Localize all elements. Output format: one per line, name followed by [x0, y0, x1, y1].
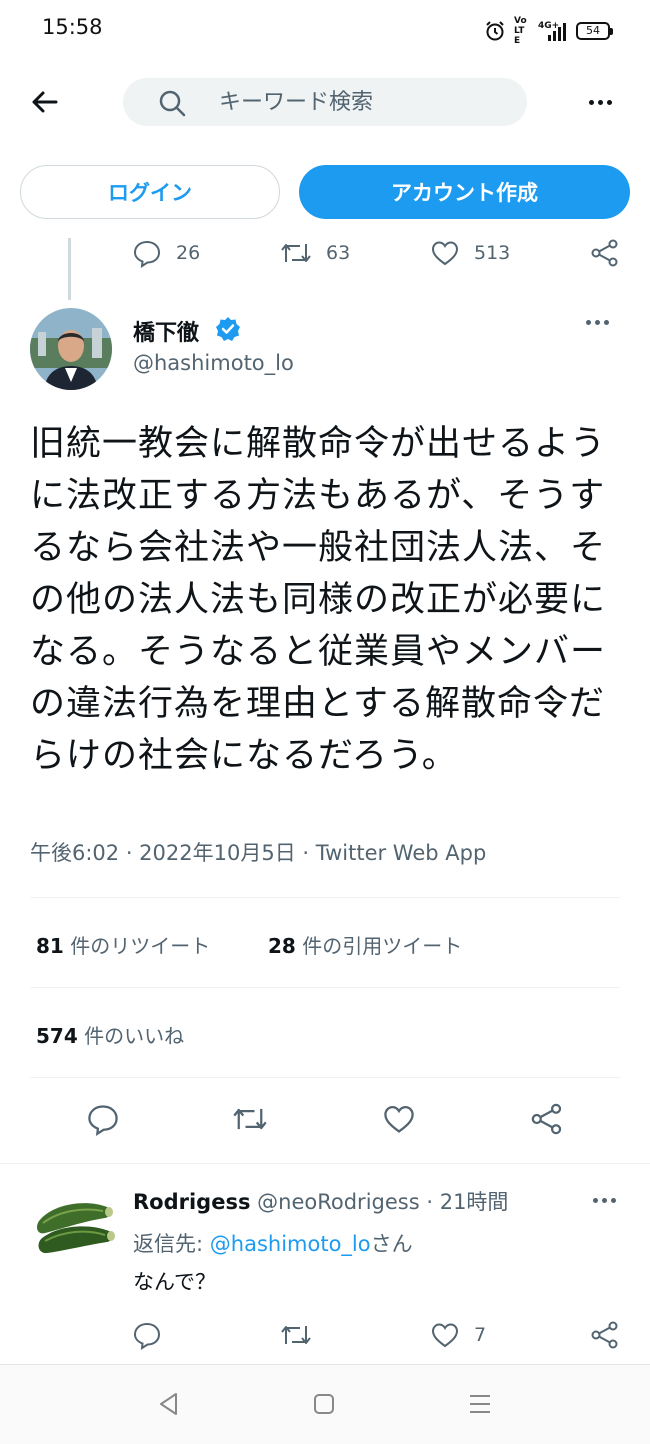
- login-button[interactable]: ログイン: [20, 165, 280, 219]
- search-input[interactable]: [219, 88, 509, 116]
- reply-separator: ·: [419, 1190, 440, 1214]
- retweet-icon: [281, 244, 311, 262]
- tweet-timestamp[interactable]: 午後6:02 · 2022年10月5日 · Twitter Web App: [30, 837, 486, 867]
- zucchini-avatar-image: [37, 1203, 115, 1254]
- tweet-more-button[interactable]: [586, 320, 609, 325]
- nav-home-icon: [314, 1394, 334, 1414]
- reply-author-avatar[interactable]: [33, 1185, 115, 1267]
- search-icon: [159, 90, 186, 117]
- reply-text: なんで？: [133, 1270, 216, 1294]
- status-time: 15:58: [42, 15, 103, 39]
- like-stats-link[interactable]: 574 件のいいね: [36, 1020, 184, 1049]
- back-arrow-icon: [32, 91, 58, 113]
- replying-to-mention[interactable]: @hashimoto_lo: [210, 1232, 371, 1256]
- signup-button[interactable]: アカウント作成: [299, 165, 630, 219]
- share-icon: [531, 1103, 562, 1135]
- retweet-stat-label: 件のリツイート: [63, 934, 211, 958]
- main-share-button[interactable]: [530, 1102, 564, 1136]
- status-icons: Vo LTE 4G+ 54: [484, 16, 613, 46]
- battery-icon: 54: [576, 22, 613, 40]
- more-options-button[interactable]: [580, 82, 620, 122]
- share-button[interactable]: [590, 238, 620, 268]
- reply-icon: [133, 1322, 161, 1350]
- quote-stats-link[interactable]: 28 件の引用ツイート: [268, 930, 462, 959]
- reply-time[interactable]: 21時間: [440, 1190, 509, 1214]
- main-reply-button[interactable]: [86, 1102, 120, 1136]
- reply-author-name[interactable]: Rodrigess: [133, 1190, 250, 1214]
- like-icon: [431, 1323, 459, 1348]
- back-button[interactable]: [26, 82, 66, 122]
- retweet-icon: [233, 1108, 267, 1130]
- system-nav-bar: [0, 1364, 650, 1444]
- reply-count: 26: [176, 242, 201, 264]
- reply-like-button[interactable]: 7: [430, 1320, 486, 1350]
- quote-stat-count: 28: [268, 934, 296, 958]
- tweet-text: 旧統一教会に解散命令が出せるように法改正する方法もあるが、そうするなら会社法や一…: [30, 424, 607, 776]
- share-icon: [591, 1321, 618, 1349]
- reply-more-button[interactable]: [593, 1198, 616, 1203]
- divider: [30, 897, 620, 898]
- nav-home-button[interactable]: [312, 1392, 336, 1416]
- replying-to-suffix: さん: [370, 1232, 413, 1256]
- nav-back-button[interactable]: [156, 1391, 182, 1417]
- author-handle[interactable]: @hashimoto_lo: [133, 351, 294, 375]
- search-bar[interactable]: [123, 78, 527, 126]
- retweet-button[interactable]: 63: [280, 238, 350, 268]
- like-stat-label: 件のいいね: [77, 1024, 185, 1048]
- retweet-stats-link[interactable]: 81 件のリツイート: [36, 930, 210, 959]
- divider: [30, 987, 620, 988]
- like-icon: [384, 1105, 414, 1133]
- more-icon: [588, 99, 612, 105]
- nav-back-icon: [160, 1393, 177, 1415]
- like-count: 513: [474, 242, 511, 264]
- reply-retweet-button[interactable]: [280, 1320, 312, 1350]
- nav-recents-icon: [470, 1395, 490, 1413]
- reply-like-count: 7: [474, 1324, 487, 1346]
- thread-connector-line: [68, 238, 71, 300]
- divider: [30, 1077, 620, 1078]
- retweet-stat-count: 81: [36, 934, 64, 958]
- replying-to-prefix: 返信先:: [133, 1232, 210, 1256]
- divider: [0, 1163, 650, 1164]
- reply-share-button[interactable]: [590, 1320, 620, 1350]
- more-icon: [593, 1198, 616, 1203]
- nav-recents-button[interactable]: [468, 1392, 492, 1416]
- main-retweet-button[interactable]: [232, 1102, 268, 1136]
- avatar-image: [30, 308, 112, 390]
- like-button[interactable]: 513: [430, 238, 510, 268]
- like-stat-count: 574: [36, 1024, 78, 1048]
- main-like-button[interactable]: [382, 1102, 416, 1136]
- author-name[interactable]: 橋下徹: [133, 315, 199, 347]
- verified-icon: [216, 317, 240, 341]
- reply-icon: [133, 240, 161, 268]
- signal-icon: 4G+: [538, 21, 568, 41]
- reply-icon: [88, 1105, 118, 1136]
- alarm-icon: [486, 21, 504, 41]
- more-icon: [586, 320, 609, 325]
- reply-reply-button[interactable]: [132, 1320, 162, 1350]
- quote-stat-label: 件の引用ツイート: [295, 934, 463, 958]
- retweet-icon: [281, 1326, 311, 1344]
- reply-button[interactable]: 26: [132, 238, 200, 268]
- replying-to: 返信先: @hashimoto_loさん: [133, 1228, 413, 1258]
- volte-indicator: Vo LTE: [514, 16, 527, 46]
- author-avatar[interactable]: [30, 308, 112, 390]
- reply-author-handle[interactable]: @neoRodrigess: [257, 1190, 420, 1214]
- status-bar: 15:58 Vo LTE 4G+ 54: [0, 0, 650, 58]
- reply-header: Rodrigess @neoRodrigess · 21時間: [133, 1186, 508, 1216]
- retweet-count: 63: [326, 242, 351, 264]
- like-icon: [431, 241, 459, 266]
- share-icon: [591, 239, 618, 267]
